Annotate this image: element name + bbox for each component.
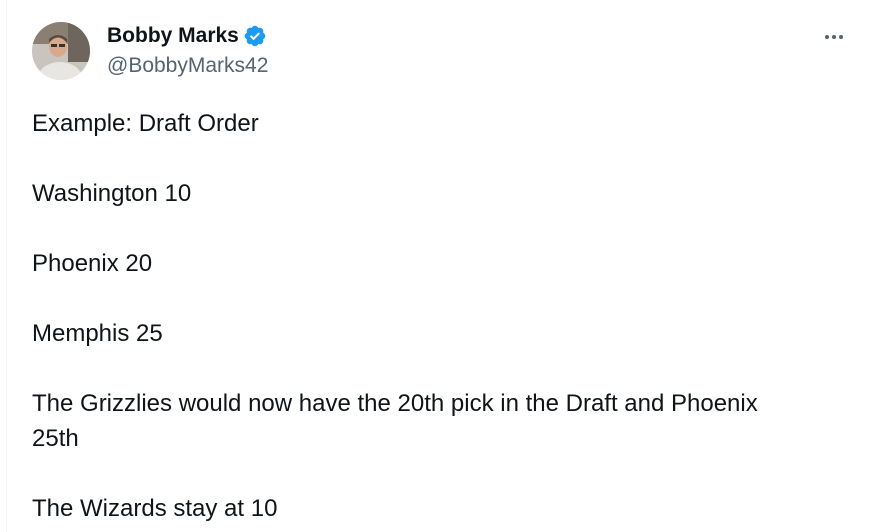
author-name[interactable]: Bobby Marks [107,23,239,49]
author-name-row: Bobby Marks [107,23,267,49]
avatar-image [32,22,90,80]
tweet-line: The Wizards stay at 10 [32,495,278,522]
tweet-line: Phoenix 20 [32,250,153,277]
avatar[interactable] [32,22,90,80]
tweet-card: Bobby Marks @BobbyMarks42 Example: Draft… [6,0,869,532]
more-options-icon[interactable] [819,22,849,52]
tweet-line: Example: Draft Order [32,110,259,137]
tweet-line: The Grizzlies would now have the 20th pi… [32,390,758,452]
verified-badge-icon [243,24,267,48]
tweet-line: Memphis 25 [32,320,163,347]
author-handle[interactable]: @BobbyMarks42 [107,53,268,79]
tweet-text: Example: Draft Order Washington 10 Phoen… [32,106,832,526]
tweet-line: Washington 10 [32,180,192,207]
